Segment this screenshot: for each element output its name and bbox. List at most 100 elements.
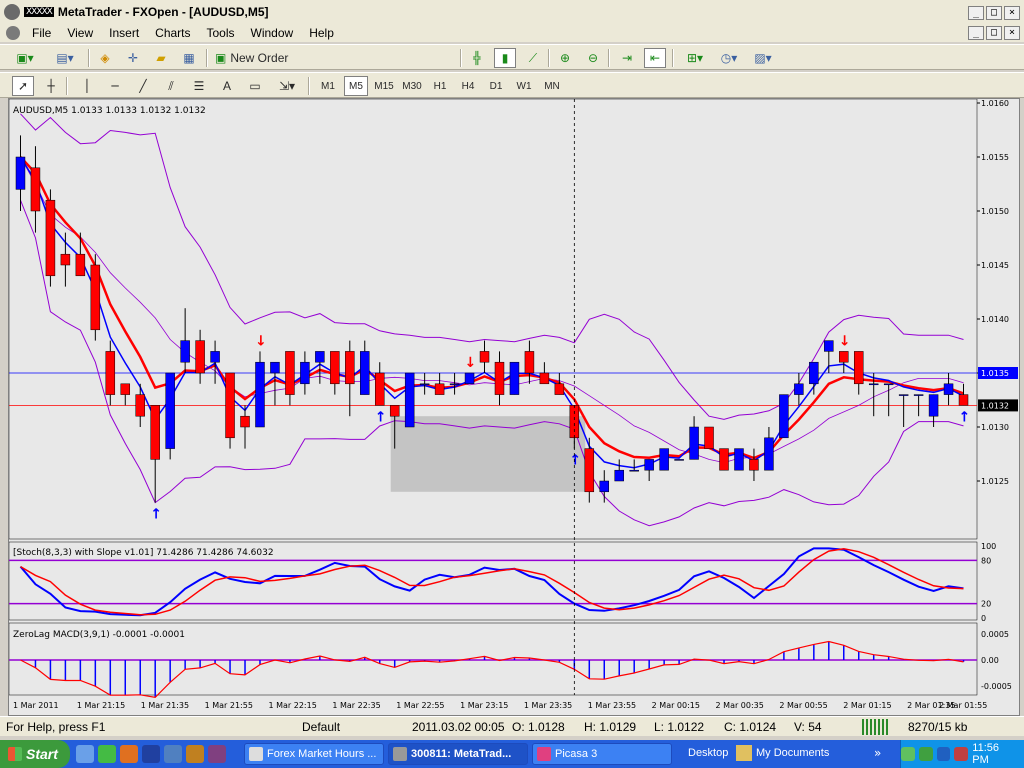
security-tray-icon[interactable] <box>954 747 969 761</box>
status-help-text: For Help, press F1 <box>6 720 106 734</box>
fibonacci-icon[interactable]: ☰ <box>188 76 210 96</box>
candle-body <box>75 253 86 277</box>
equidistant-channel-icon[interactable]: ⫽ <box>160 76 182 96</box>
timeframe-h4[interactable]: H4 <box>456 76 480 96</box>
menu-file[interactable]: File <box>24 26 59 40</box>
timeframe-m5[interactable]: M5 <box>344 76 368 96</box>
trendline-icon[interactable]: ╱ <box>132 76 154 96</box>
chevron-icon[interactable]: » <box>874 746 881 760</box>
timeframe-w1[interactable]: W1 <box>512 76 536 96</box>
menu-insert[interactable]: Insert <box>101 26 147 40</box>
status-datetime: 2011.03.02 00:05 <box>412 720 505 734</box>
timeframe-m30[interactable]: M30 <box>400 76 424 96</box>
picasa-icon <box>537 747 551 761</box>
candle <box>90 254 101 341</box>
chart-window[interactable]: ↑ ↑ ↑ ↑ ↓ ↓ ↓ AUDUSD,M5 1.0133 1.0133 1.0132 1… <box>8 98 1020 716</box>
network-tray-icon[interactable] <box>900 747 915 761</box>
blue-line-price-label: 1.0135 <box>981 369 1009 378</box>
app-quicklaunch-icon[interactable] <box>186 745 204 763</box>
text-icon[interactable]: ▭ <box>244 76 266 96</box>
metatrader-icon <box>393 747 407 761</box>
bar-chart-icon[interactable]: ╬ <box>466 48 488 68</box>
zoom-out-icon[interactable]: ⊖ <box>582 48 604 68</box>
menu-help[interactable]: Help <box>301 26 342 40</box>
candle <box>45 189 56 287</box>
candle-body <box>868 383 879 386</box>
my-documents-link[interactable]: My Documents <box>756 747 829 759</box>
child-window-icon[interactable] <box>6 26 20 40</box>
menu-tools[interactable]: Tools <box>199 26 243 40</box>
vertical-line-icon[interactable]: │ <box>76 76 98 96</box>
candle-body <box>345 351 355 385</box>
ie-quicklaunch-icon[interactable] <box>76 745 94 763</box>
restore-button[interactable]: □ <box>986 6 1002 20</box>
cursor-icon[interactable]: ➚ <box>12 76 34 96</box>
child-close-button[interactable]: × <box>1004 26 1020 40</box>
candle-body <box>255 361 265 428</box>
task-metatrader[interactable]: 300811: MetaTrad... <box>388 743 528 765</box>
new-chart-icon[interactable]: ▣▾ <box>8 48 42 68</box>
indicators-icon[interactable]: ⊞▾ <box>680 48 710 68</box>
timeframe-h1[interactable]: H1 <box>428 76 452 96</box>
line-chart-icon[interactable]: ⟋ <box>522 48 544 68</box>
time-tick-label: 1 Mar 23:15 <box>460 701 508 710</box>
chrome-quicklaunch-icon[interactable] <box>98 745 116 763</box>
outlook-quicklaunch-icon[interactable] <box>142 745 160 763</box>
windows-flag-icon <box>8 747 22 761</box>
desktop-toolbar-label[interactable]: Desktop <box>688 747 728 759</box>
chart-shift-icon[interactable]: ⇤ <box>644 48 666 68</box>
child-restore-button[interactable]: □ <box>986 26 1002 40</box>
menu-view[interactable]: View <box>59 26 101 40</box>
autoscroll-icon[interactable]: ⇥ <box>616 48 638 68</box>
status-open: O: 1.0128 <box>512 720 565 734</box>
horizontal-line-icon[interactable]: ─ <box>104 76 126 96</box>
status-traffic: 8270/15 kb <box>908 720 968 734</box>
app2-quicklaunch-icon[interactable] <box>208 745 226 763</box>
task-forex-market-hours[interactable]: Forex Market Hours ... <box>244 743 384 765</box>
close-button[interactable]: × <box>1004 6 1020 20</box>
candle-body <box>524 351 535 374</box>
candle-body <box>749 459 759 471</box>
stoch-tick-label: 100 <box>981 542 996 551</box>
timeframe-d1[interactable]: D1 <box>484 76 508 96</box>
status-close: C: 1.0124 <box>724 720 777 734</box>
navigator-icon[interactable]: ✛ <box>122 48 144 68</box>
text-label-icon[interactable]: A <box>216 76 238 96</box>
metatrader-app-icon[interactable] <box>4 4 20 20</box>
price-chart[interactable]: ↑ ↑ ↑ ↑ ↓ ↓ ↓ AUDUSD,M5 1.0133 1.0133 1.0132 1… <box>8 98 1019 715</box>
candle-body <box>509 361 520 395</box>
terminal-icon[interactable]: ▰ <box>150 48 172 68</box>
arrows-icon[interactable]: ⇲▾ <box>272 76 302 96</box>
zoom-in-icon[interactable]: ⊕ <box>554 48 576 68</box>
volume-tray-icon[interactable] <box>936 747 951 761</box>
minimize-button[interactable]: _ <box>968 6 984 20</box>
firefox-quicklaunch-icon[interactable] <box>120 745 138 763</box>
task-picasa[interactable]: Picasa 3 <box>532 743 672 765</box>
candle-body <box>554 383 565 395</box>
menu-charts[interactable]: Charts <box>147 26 198 40</box>
candle-body <box>569 405 580 439</box>
child-minimize-button[interactable]: _ <box>968 26 984 40</box>
tester-icon[interactable]: ▦ <box>178 48 200 68</box>
candle-body <box>285 351 295 395</box>
market-watch-icon[interactable]: ◈ <box>94 48 116 68</box>
start-button[interactable]: Start <box>0 740 70 768</box>
buy-arrow-icon: ↑ <box>959 409 971 425</box>
status-low: L: 1.0122 <box>654 720 705 734</box>
timeframe-m1[interactable]: M1 <box>316 76 340 96</box>
update-tray-icon[interactable] <box>918 747 933 761</box>
crosshair-icon[interactable]: ┼ <box>40 76 62 96</box>
menu-window[interactable]: Window <box>243 26 302 40</box>
new-order-button[interactable]: ▣ New Order <box>212 48 294 68</box>
connection-status-icon[interactable] <box>862 719 888 735</box>
status-volume: V: 54 <box>794 720 822 734</box>
periods-icon[interactable]: ◷▾ <box>714 48 744 68</box>
desktop-quicklaunch-icon[interactable] <box>164 745 182 763</box>
profiles-icon[interactable]: ▤▾ <box>48 48 82 68</box>
timeframe-m15[interactable]: M15 <box>372 76 396 96</box>
timeframe-mn[interactable]: MN <box>540 76 564 96</box>
status-high: H: 1.0129 <box>584 720 637 734</box>
templates-icon[interactable]: ▨▾ <box>748 48 778 68</box>
candlestick-icon[interactable]: ▮ <box>494 48 516 68</box>
line-studies-toolbar: ➚ ┼ │ ─ ╱ ⫽ ☰ A ▭ ⇲▾ M1 M5 M15 M30 H1 H4… <box>0 72 1024 98</box>
